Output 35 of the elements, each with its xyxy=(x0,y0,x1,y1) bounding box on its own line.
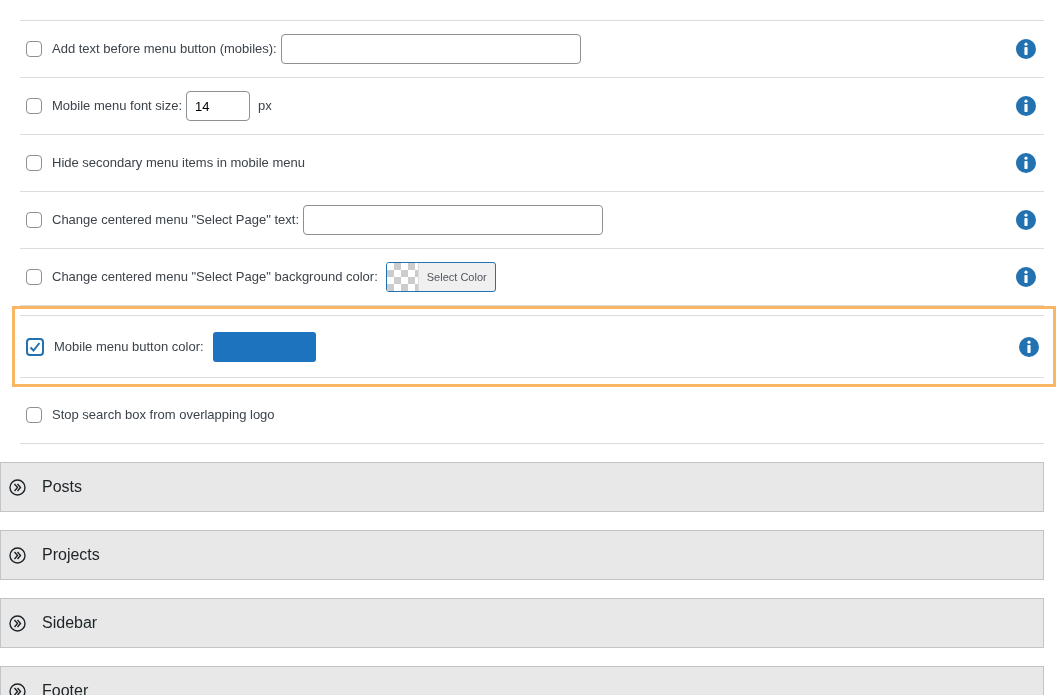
checkbox[interactable] xyxy=(26,155,42,171)
info-icon[interactable] xyxy=(1019,336,1039,357)
option-label: Change centered menu "Select Page" background color: xyxy=(52,268,378,287)
chevron-circle-icon xyxy=(9,478,26,496)
color-swatch[interactable] xyxy=(212,331,316,362)
info-icon[interactable] xyxy=(1016,267,1036,287)
select-color-button[interactable]: Select Color xyxy=(385,262,496,292)
number-field[interactable]: 14 xyxy=(186,91,251,121)
section-title: Sidebar xyxy=(42,613,98,633)
chevron-circle-icon xyxy=(9,614,26,632)
section-header[interactable]: Sidebar xyxy=(0,598,1044,648)
info-icon[interactable] xyxy=(1016,39,1036,59)
chevron-circle-icon xyxy=(9,546,26,564)
section-header[interactable]: Posts xyxy=(0,462,1044,512)
text-field[interactable] xyxy=(303,205,603,235)
checkbox[interactable] xyxy=(26,407,42,423)
info-icon[interactable] xyxy=(1016,96,1036,116)
section-header[interactable]: Projects xyxy=(0,530,1044,580)
checkbox[interactable] xyxy=(26,337,44,356)
unit-label: px xyxy=(258,97,272,116)
text-field[interactable] xyxy=(280,34,581,64)
checkbox[interactable] xyxy=(26,212,42,228)
option-label: Hide secondary menu items in mobile menu xyxy=(52,154,305,173)
info-icon[interactable] xyxy=(1016,153,1036,173)
section-title: Projects xyxy=(42,545,100,565)
option-label: Mobile menu button color: xyxy=(54,337,204,356)
checkbox[interactable] xyxy=(26,269,42,285)
checkbox[interactable] xyxy=(26,41,42,57)
section-title: Posts xyxy=(42,477,82,497)
info-icon[interactable] xyxy=(1016,210,1036,230)
option-label: Mobile menu font size: xyxy=(52,97,183,116)
option-label: Add text before menu button (mobiles): xyxy=(52,40,277,59)
option-label: Stop search box from overlapping logo xyxy=(52,406,275,425)
option-label: Change centered menu "Select Page" text: xyxy=(52,211,299,230)
checkbox[interactable] xyxy=(26,98,42,114)
